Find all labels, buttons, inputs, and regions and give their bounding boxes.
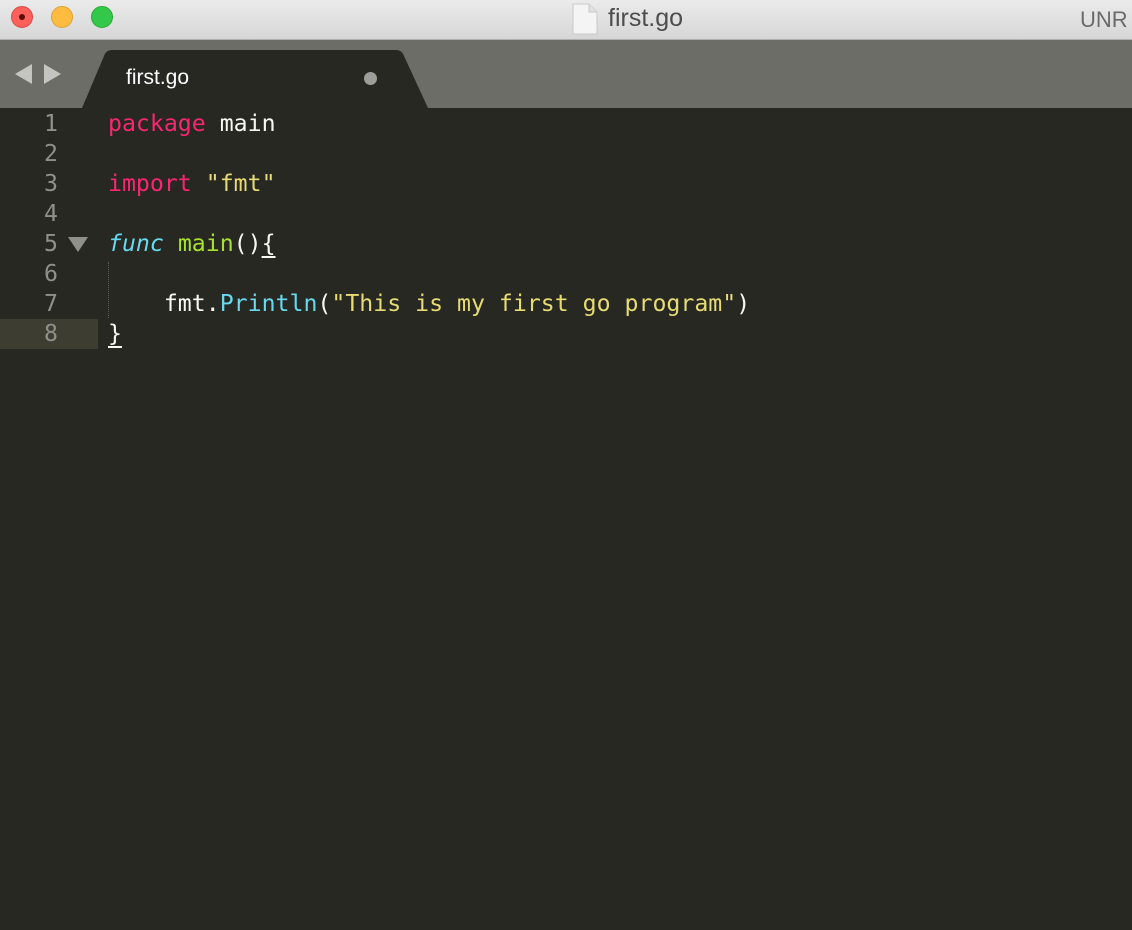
code-text: fmt.Println("This is my first go program… <box>108 289 750 319</box>
window-title: first.go <box>608 4 684 32</box>
line-number: 5 <box>44 230 58 257</box>
code-token-storage: func <box>108 230 164 257</box>
code-line[interactable]: 6 <box>0 259 1132 289</box>
line-number: 3 <box>44 170 58 197</box>
unsaved-dot-icon[interactable] <box>364 72 377 85</box>
code-token-function: main <box>177 230 234 257</box>
code-text: package main <box>108 109 276 139</box>
code-token-storage: Println <box>219 290 318 317</box>
code-editor[interactable]: 1 package main 2 3 import "fmt" 4 5 func main()… <box>0 108 1132 930</box>
code-token-plain: main <box>205 110 276 137</box>
close-window-button[interactable] <box>11 6 33 28</box>
code-token-plain: { <box>261 230 276 257</box>
code-line[interactable]: 2 <box>0 139 1132 169</box>
code-token-plain: ) <box>736 290 751 317</box>
line-number: 4 <box>44 200 58 227</box>
code-token-string: "This is my first go program" <box>331 290 737 317</box>
tab-bar: first.go <box>0 40 1132 108</box>
line-number: 6 <box>44 260 58 287</box>
code-line[interactable]: 1 package main <box>0 109 1132 139</box>
window-title-right-text: UNR <box>1080 7 1128 32</box>
code-line[interactable]: 5 func main(){ <box>0 229 1132 259</box>
code-line[interactable]: 3 import "fmt" <box>0 169 1132 199</box>
code-line[interactable]: 7 fmt.Println("This is my first go progr… <box>0 289 1132 319</box>
file-icon <box>572 3 598 35</box>
code-token-string: "fmt" <box>205 170 276 197</box>
maximize-window-button[interactable] <box>91 6 113 28</box>
title-bar: first.go UNR <box>0 0 1132 40</box>
code-token-keyword: import <box>108 170 192 197</box>
code-token-plain: } <box>108 320 122 347</box>
code-token-plain: ( <box>317 290 332 317</box>
previous-tab-icon[interactable] <box>15 64 33 84</box>
code-line[interactable]: 8} <box>0 319 1132 349</box>
fold-arrow-icon[interactable] <box>68 237 88 252</box>
code-token-plain: fmt. <box>108 290 220 317</box>
code-token-plain: () <box>233 230 262 257</box>
code-text: import "fmt" <box>108 169 276 199</box>
code-text: } <box>108 319 122 349</box>
line-number: 2 <box>44 140 58 167</box>
line-number: 7 <box>44 290 58 317</box>
line-number: 8 <box>44 320 58 347</box>
tab-label: first.go <box>126 66 190 89</box>
line-number: 1 <box>44 110 58 137</box>
next-tab-icon[interactable] <box>43 64 61 84</box>
code-text: func main(){ <box>108 229 276 259</box>
code-line[interactable]: 4 <box>0 199 1132 229</box>
code-token-keyword: package <box>108 110 206 137</box>
minimize-window-button[interactable] <box>51 6 73 28</box>
tab-first-go[interactable]: first.go <box>80 50 430 108</box>
